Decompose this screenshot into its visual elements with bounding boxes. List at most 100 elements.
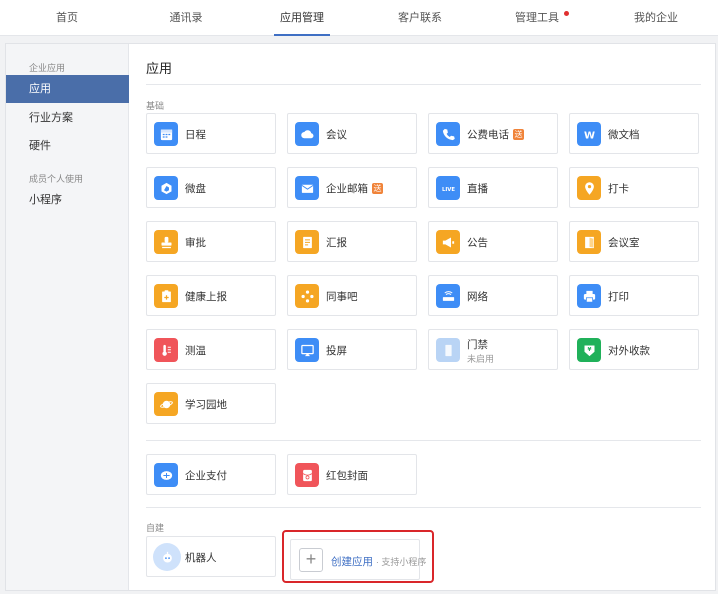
router-icon bbox=[436, 284, 460, 308]
app-label: 打卡 bbox=[608, 183, 629, 195]
mail-icon bbox=[295, 176, 319, 200]
tab-admin-tools-label: 管理工具 bbox=[515, 12, 559, 24]
app-label: 网络 bbox=[467, 291, 488, 303]
section-basic-label: 基础 bbox=[146, 101, 165, 111]
phone-icon bbox=[436, 122, 460, 146]
live-icon: LIVE bbox=[436, 176, 460, 200]
app-label: 公告 bbox=[467, 237, 488, 249]
thermometer-icon bbox=[154, 338, 178, 362]
app-card[interactable]: 日程 bbox=[146, 113, 276, 154]
app-card[interactable]: 健康上报 bbox=[146, 275, 276, 316]
sidebar-item-industry[interactable]: 行业方案 bbox=[6, 104, 129, 132]
main-panel: 应用 基础 日程 会议 公费电话送 W 微文档 微盘 企业邮箱送 LIVE 直播 打卡 审批 汇报 公告… bbox=[130, 44, 715, 590]
report-icon bbox=[295, 230, 319, 254]
tab-app-management[interactable]: 应用管理 bbox=[252, 0, 352, 36]
app-label: 公费电话送 bbox=[467, 129, 524, 141]
drive-icon bbox=[154, 176, 178, 200]
app-card[interactable]: 企业邮箱送 bbox=[287, 167, 417, 208]
app-card[interactable]: 微盘 bbox=[146, 167, 276, 208]
w-doc-icon: W bbox=[577, 122, 601, 146]
printer-icon bbox=[577, 284, 601, 308]
redpacket-icon bbox=[295, 463, 319, 487]
app-label: 会议室 bbox=[608, 237, 640, 249]
app-card[interactable]: 同事吧 bbox=[287, 275, 417, 316]
plus-icon: + bbox=[299, 548, 323, 572]
tab-home[interactable]: 首页 bbox=[17, 0, 117, 36]
cloud-icon bbox=[295, 122, 319, 146]
tab-contacts[interactable]: 通讯录 bbox=[136, 0, 236, 36]
pay-icon bbox=[154, 463, 178, 487]
app-card-robot[interactable]: 机器人 bbox=[146, 536, 276, 577]
create-app-button[interactable]: + 创建应用 · 支持小程序 bbox=[290, 539, 426, 580]
sidebar-item-apps[interactable]: 应用 bbox=[6, 75, 129, 103]
app-card[interactable]: 公费电话送 bbox=[428, 113, 558, 154]
app-card[interactable]: 网络 bbox=[428, 275, 558, 316]
robot-icon bbox=[153, 543, 181, 571]
app-card[interactable]: 汇报 bbox=[287, 221, 417, 262]
screencast-icon bbox=[295, 338, 319, 362]
colleague-icon bbox=[295, 284, 319, 308]
svg-text:W: W bbox=[583, 130, 594, 141]
create-app-hint: · 支持小程序 bbox=[375, 557, 427, 567]
sidebar: 企业应用 应用 行业方案 硬件 成员个人使用 小程序 bbox=[6, 44, 129, 590]
app-card[interactable]: 打印 bbox=[569, 275, 699, 316]
app-label: 微文档 bbox=[608, 129, 640, 141]
sidebar-group-enterprise: 企业应用 bbox=[29, 63, 66, 73]
app-label: 会议 bbox=[326, 129, 347, 141]
megaphone-icon bbox=[436, 230, 460, 254]
app-card[interactable]: 会议 bbox=[287, 113, 417, 154]
planet-icon bbox=[154, 392, 178, 416]
create-app-label: 创建应用 · 支持小程序 bbox=[331, 554, 426, 569]
app-card[interactable]: 审批 bbox=[146, 221, 276, 262]
stamp-icon bbox=[154, 230, 178, 254]
app-label: 审批 bbox=[185, 237, 206, 249]
section-custom-label: 自建 bbox=[146, 523, 165, 533]
tab-customer-contact[interactable]: 客户联系 bbox=[370, 0, 470, 36]
app-card[interactable]: LIVE 直播 bbox=[428, 167, 558, 208]
sidebar-item-mini-program[interactable]: 小程序 bbox=[6, 186, 129, 214]
app-label: 测温 bbox=[185, 345, 206, 357]
sidebar-group-personal: 成员个人使用 bbox=[29, 174, 84, 184]
app-status: 未启用 bbox=[467, 354, 495, 364]
app-label: 对外收款 bbox=[608, 345, 650, 357]
location-icon bbox=[577, 176, 601, 200]
sidebar-item-hardware[interactable]: 硬件 bbox=[6, 132, 129, 160]
create-app-text: 创建应用 bbox=[331, 556, 373, 568]
app-card[interactable]: 学习园地 bbox=[146, 383, 276, 424]
app-card[interactable]: 红包封面 bbox=[287, 454, 417, 495]
app-label: 机器人 bbox=[185, 552, 217, 564]
divider bbox=[146, 84, 701, 85]
notification-dot bbox=[564, 11, 569, 16]
calendar-icon bbox=[154, 122, 178, 146]
app-label: 学习园地 bbox=[185, 399, 227, 411]
app-card[interactable]: 企业支付 bbox=[146, 454, 276, 495]
payment-icon: ¥ bbox=[577, 338, 601, 362]
app-card[interactable]: 会议室 bbox=[569, 221, 699, 262]
app-label: 打印 bbox=[608, 291, 629, 303]
tab-admin-tools[interactable]: 管理工具 bbox=[487, 0, 587, 36]
app-card[interactable]: W 微文档 bbox=[569, 113, 699, 154]
app-card[interactable]: 投屏 bbox=[287, 329, 417, 370]
app-card[interactable]: 门禁 未启用 bbox=[428, 329, 558, 370]
app-label: 日程 bbox=[185, 129, 206, 141]
divider bbox=[146, 507, 701, 508]
app-label: 门禁 bbox=[467, 339, 488, 351]
free-badge: 送 bbox=[513, 129, 524, 140]
app-label: 汇报 bbox=[326, 237, 347, 249]
app-label: 健康上报 bbox=[185, 291, 227, 303]
app-card[interactable]: 测温 bbox=[146, 329, 276, 370]
door-icon bbox=[577, 230, 601, 254]
app-label: 投屏 bbox=[326, 345, 347, 357]
app-label: 直播 bbox=[467, 183, 488, 195]
access-icon bbox=[436, 338, 460, 362]
app-card[interactable]: ¥ 对外收款 bbox=[569, 329, 699, 370]
app-card[interactable]: 打卡 bbox=[569, 167, 699, 208]
app-card[interactable]: 公告 bbox=[428, 221, 558, 262]
app-label: 微盘 bbox=[185, 183, 206, 195]
content-frame: 企业应用 应用 行业方案 硬件 成员个人使用 小程序 应用 基础 日程 会议 公费电… bbox=[5, 43, 716, 591]
divider bbox=[146, 440, 701, 441]
top-nav: 首页 通讯录 应用管理 客户联系 管理工具 我的企业 bbox=[0, 0, 718, 36]
free-badge: 送 bbox=[372, 183, 383, 194]
tab-my-enterprise[interactable]: 我的企业 bbox=[606, 0, 706, 36]
app-label: 红包封面 bbox=[326, 470, 368, 482]
